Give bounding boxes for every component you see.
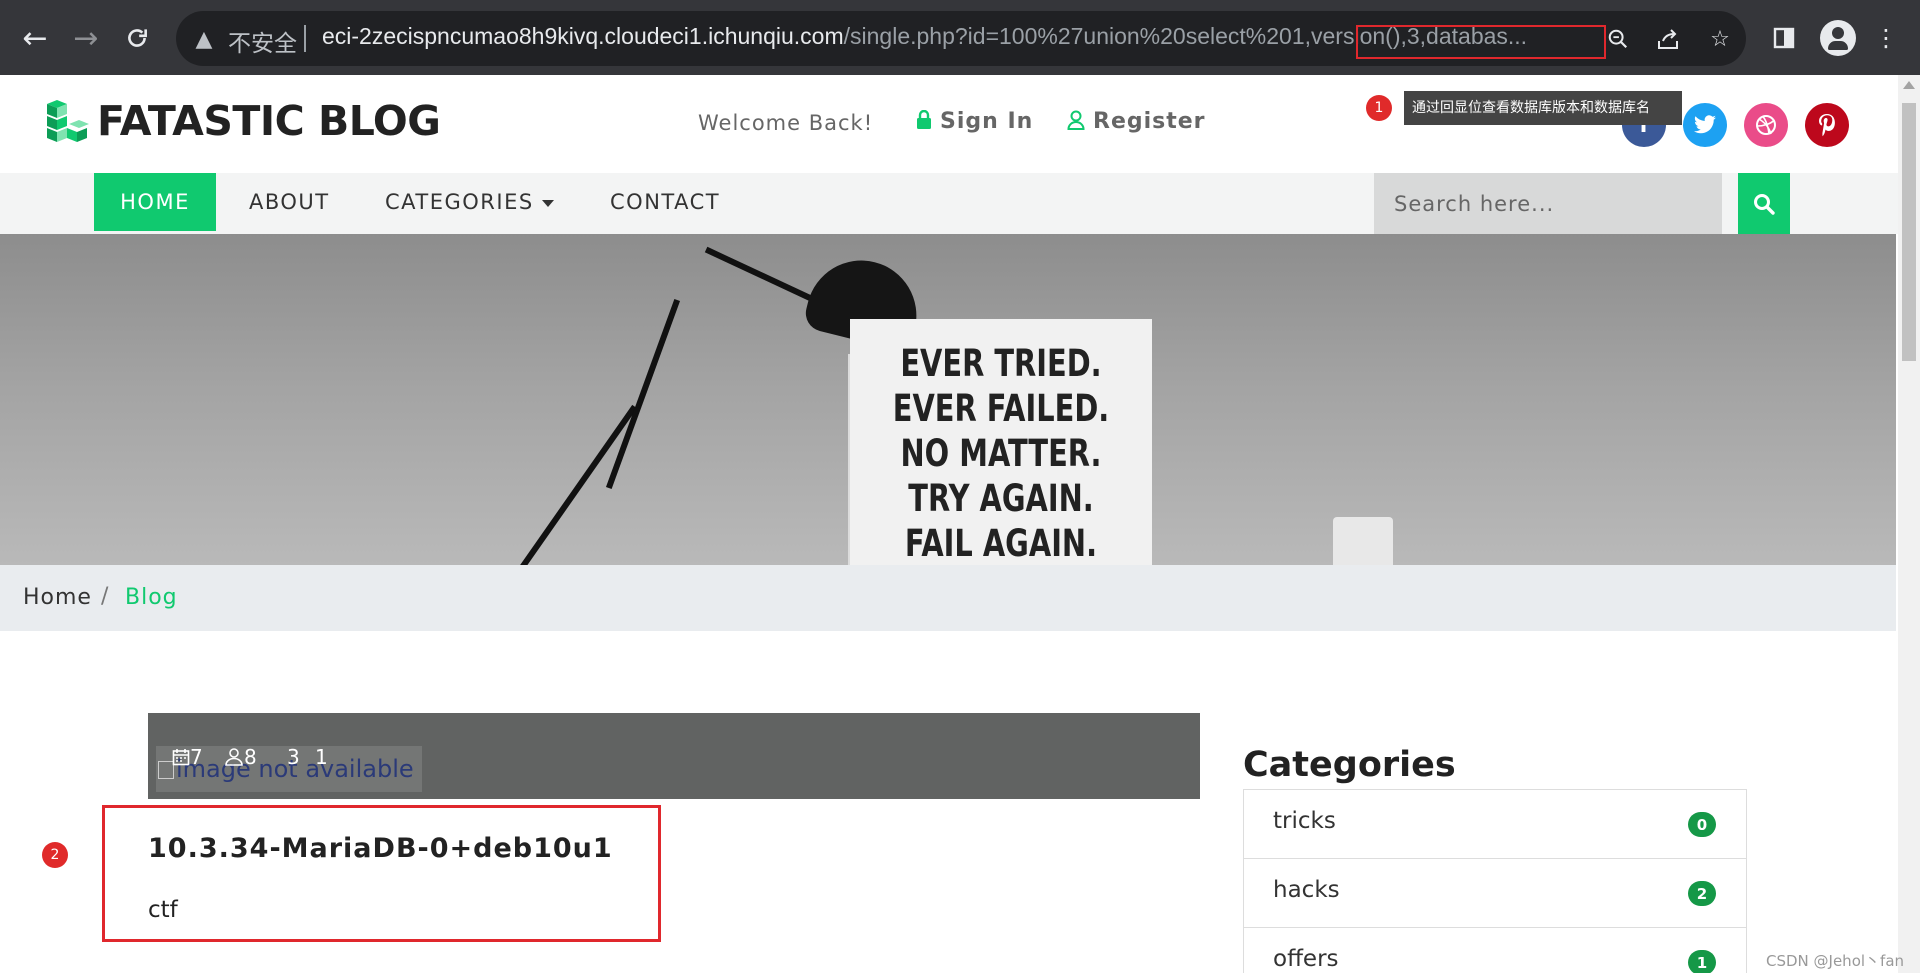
caret-down-icon xyxy=(541,199,554,207)
lamp-arm xyxy=(605,299,681,489)
poster-line: EVER TRIED. xyxy=(900,342,1102,385)
zoom-search-icon[interactable] xyxy=(1604,25,1632,53)
nav-categories[interactable]: CATEGORIES xyxy=(385,173,554,231)
category-name: offers xyxy=(1273,946,1339,972)
page: ← → ▲ 不安全 eci-2zecispncumao8h9kivq.cloud… xyxy=(0,0,1920,973)
category-item[interactable]: offers 1 xyxy=(1244,928,1746,973)
dribbble-icon[interactable] xyxy=(1744,103,1788,147)
step-marker-1: 1 xyxy=(1366,95,1392,121)
welcome-text: Welcome Back! xyxy=(698,111,874,135)
nav-home[interactable]: HOME xyxy=(94,173,216,231)
watermark: CSDN @Jehol丶fan xyxy=(1766,952,1905,970)
side-panel-icon[interactable] xyxy=(1768,22,1800,54)
category-count-badge: 1 xyxy=(1688,950,1716,973)
user-icon xyxy=(225,748,243,766)
browser-toolbar: ← → ▲ 不安全 eci-2zecispncumao8h9kivq.cloud… xyxy=(0,0,1920,75)
nav-about[interactable]: ABOUT xyxy=(249,173,330,231)
plant-pot xyxy=(1333,517,1393,565)
page-scrollbar[interactable] xyxy=(1898,75,1920,973)
reload-icon[interactable] xyxy=(117,18,157,58)
breadcrumb-separator: / xyxy=(101,584,110,609)
site-logo-text[interactable]: FATASTIC BLOG xyxy=(97,97,441,145)
lamp-arm xyxy=(488,404,638,565)
annotation-tooltip: 通过回显位查看数据库版本和数据库名 xyxy=(1404,91,1682,125)
kebab-menu-icon[interactable]: ⋮ xyxy=(1870,22,1902,54)
nav-contact[interactable]: CONTACT xyxy=(610,173,720,231)
category-item[interactable]: hacks 2 xyxy=(1244,859,1746,928)
category-count-badge: 0 xyxy=(1688,812,1716,837)
poster-line: TRY AGAIN. xyxy=(908,477,1094,520)
forward-arrow-icon[interactable]: → xyxy=(66,18,106,58)
lock-icon xyxy=(916,109,932,133)
url-text[interactable]: eci-2zecispncumao8h9kivq.cloudeci1.ichun… xyxy=(322,23,1527,50)
user-icon xyxy=(1067,109,1085,133)
search-button[interactable] xyxy=(1738,173,1790,234)
calendar-icon xyxy=(172,749,190,766)
post-date: 7 xyxy=(172,745,203,769)
profile-avatar-icon[interactable] xyxy=(1820,20,1856,56)
lamp-arm xyxy=(704,246,826,308)
hero-poster: EVER TRIED. EVER FAILED. NO MATTER. TRY … xyxy=(850,319,1152,565)
post-author-value: 8 xyxy=(244,745,257,769)
sign-in-label: Sign In xyxy=(940,109,1034,134)
category-name: tricks xyxy=(1273,808,1336,834)
scroll-up-arrow-icon[interactable] xyxy=(1903,81,1915,89)
post-author: 8 xyxy=(224,745,257,769)
share-icon[interactable] xyxy=(1654,25,1682,53)
step-marker-2: 2 xyxy=(42,842,68,868)
post-views: 1 xyxy=(315,745,328,769)
insecure-label[interactable]: 不安全 xyxy=(228,24,297,58)
sign-in-link[interactable]: Sign In xyxy=(916,109,1033,134)
register-label: Register xyxy=(1093,109,1206,134)
search-input[interactable] xyxy=(1374,173,1722,234)
poster-line: FAIL AGAIN. xyxy=(904,522,1098,565)
scrollbar-thumb[interactable] xyxy=(1902,103,1916,361)
search-icon xyxy=(1754,193,1775,215)
register-link[interactable]: Register xyxy=(1067,109,1206,134)
categories-list: tricks 0 hacks 2 offers 1 xyxy=(1243,789,1747,973)
pinterest-icon[interactable] xyxy=(1805,103,1849,147)
poster-line: EVER FAILED. xyxy=(892,387,1110,430)
address-separator xyxy=(304,25,306,52)
poster-line: NO MATTER. xyxy=(900,432,1102,475)
logo-icon xyxy=(47,100,89,142)
main-nav: HOME ABOUT CATEGORIES CONTACT xyxy=(0,173,1898,234)
post-excerpt: ctf xyxy=(148,897,178,923)
post-title[interactable]: 10.3.34-MariaDB-0+deb10u1 xyxy=(148,833,613,864)
twitter-icon[interactable] xyxy=(1683,103,1727,147)
post-date-value: 7 xyxy=(190,745,203,769)
categories-heading: Categories xyxy=(1243,745,1456,785)
poster-text: EVER TRIED. EVER FAILED. NO MATTER. TRY … xyxy=(883,341,1119,565)
url-host: eci-2zecispncumao8h9kivq.cloudeci1.ichun… xyxy=(322,23,844,49)
category-name: hacks xyxy=(1273,877,1340,903)
hero-banner: EVER TRIED. EVER FAILED. NO MATTER. TRY … xyxy=(0,234,1896,565)
back-arrow-icon[interactable]: ← xyxy=(15,18,55,58)
category-count-badge: 2 xyxy=(1688,881,1716,906)
bookmark-star-icon[interactable]: ☆ xyxy=(1706,25,1734,53)
post-comments: 3 xyxy=(287,745,300,769)
category-item[interactable]: tricks 0 xyxy=(1244,790,1746,859)
breadcrumb-home[interactable]: Home xyxy=(23,585,92,610)
warning-icon[interactable]: ▲ xyxy=(190,25,218,53)
breadcrumb-current: Blog xyxy=(125,585,178,610)
breadcrumb: Home / Blog xyxy=(0,565,1896,631)
url-highlight-box xyxy=(1356,25,1606,59)
post-highlight-box xyxy=(102,805,661,942)
nav-categories-label: CATEGORIES xyxy=(385,190,534,214)
